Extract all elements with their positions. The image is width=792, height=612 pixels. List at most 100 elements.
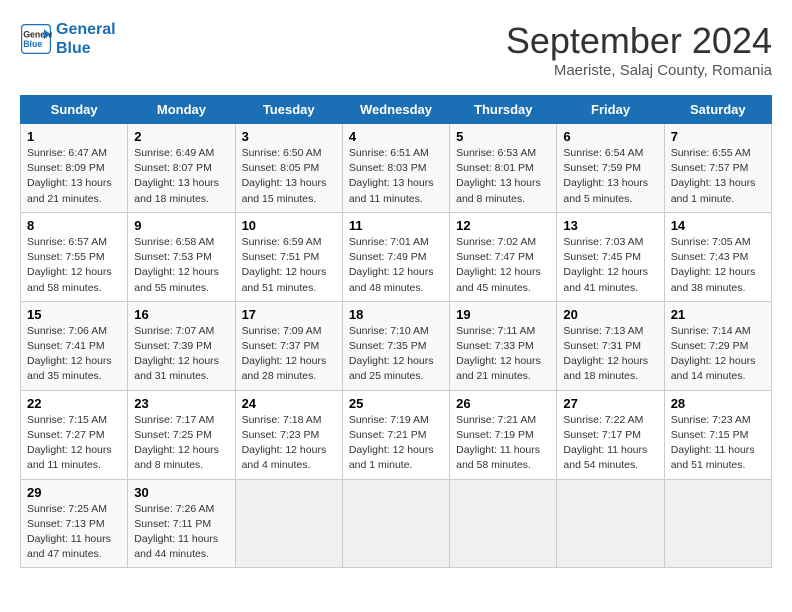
day-info: Sunrise: 6:59 AMSunset: 7:51 PMDaylight:… [242,235,336,296]
calendar-cell: 10 Sunrise: 6:59 AMSunset: 7:51 PMDayligh… [235,212,342,301]
day-number: 9 [134,218,228,233]
day-number: 10 [242,218,336,233]
logo: General Blue GeneralBlue [20,20,116,58]
day-info: Sunrise: 7:05 AMSunset: 7:43 PMDaylight:… [671,235,765,296]
day-number: 4 [349,129,443,144]
day-info: Sunrise: 7:14 AMSunset: 7:29 PMDaylight:… [671,324,765,385]
logo-icon: General Blue [20,23,52,55]
day-number: 17 [242,307,336,322]
weekday-header-row: SundayMondayTuesdayWednesdayThursdayFrid… [21,96,772,124]
calendar-cell: 21 Sunrise: 7:14 AMSunset: 7:29 PMDayligh… [664,301,771,390]
day-info: Sunrise: 6:55 AMSunset: 7:57 PMDaylight:… [671,146,765,207]
weekday-header: Monday [128,96,235,124]
weekday-header: Sunday [21,96,128,124]
day-info: Sunrise: 6:57 AMSunset: 7:55 PMDaylight:… [27,235,121,296]
day-number: 27 [563,396,657,411]
day-number: 15 [27,307,121,322]
day-number: 19 [456,307,550,322]
day-number: 3 [242,129,336,144]
logo-text: GeneralBlue [56,20,116,58]
calendar-cell: 2 Sunrise: 6:49 AMSunset: 8:07 PMDaylight… [128,124,235,213]
weekday-header: Wednesday [342,96,449,124]
day-number: 16 [134,307,228,322]
calendar-cell: 19 Sunrise: 7:11 AMSunset: 7:33 PMDayligh… [450,301,557,390]
calendar-cell: 12Sunrise: 7:02 AMSunset: 7:47 PMDayligh… [450,212,557,301]
calendar-cell [450,479,557,568]
calendar-week-row: 15 Sunrise: 7:06 AMSunset: 7:41 PMDayligh… [21,301,772,390]
day-info: Sunrise: 6:50 AMSunset: 8:05 PMDaylight:… [242,146,336,207]
calendar-cell: 9 Sunrise: 6:58 AMSunset: 7:53 PMDaylight… [128,212,235,301]
calendar-cell: 3 Sunrise: 6:50 AMSunset: 8:05 PMDaylight… [235,124,342,213]
day-info: Sunrise: 6:58 AMSunset: 7:53 PMDaylight:… [134,235,228,296]
day-info: Sunrise: 7:07 AMSunset: 7:39 PMDaylight:… [134,324,228,385]
calendar-table: SundayMondayTuesdayWednesdayThursdayFrid… [20,95,772,568]
day-number: 12 [456,218,550,233]
calendar-cell: 20 Sunrise: 7:13 AMSunset: 7:31 PMDayligh… [557,301,664,390]
calendar-cell [235,479,342,568]
day-number: 30 [134,485,228,500]
day-number: 18 [349,307,443,322]
day-info: Sunrise: 7:06 AMSunset: 7:41 PMDaylight:… [27,324,121,385]
day-number: 25 [349,396,443,411]
day-info: Sunrise: 7:22 AMSunset: 7:17 PMDaylight:… [563,413,657,474]
day-number: 28 [671,396,765,411]
day-number: 1 [27,129,121,144]
calendar-cell: 1 Sunrise: 6:47 AMSunset: 8:09 PMDaylight… [21,124,128,213]
calendar-cell: 16 Sunrise: 7:07 AMSunset: 7:39 PMDayligh… [128,301,235,390]
day-info: Sunrise: 7:26 AMSunset: 7:11 PMDaylight:… [134,502,228,563]
svg-text:Blue: Blue [23,39,42,49]
day-number: 14 [671,218,765,233]
calendar-cell: 23Sunrise: 7:17 AMSunset: 7:25 PMDayligh… [128,390,235,479]
day-info: Sunrise: 7:15 AMSunset: 7:27 PMDaylight:… [27,413,121,474]
page-header: General Blue GeneralBlue September 2024 … [20,20,772,79]
calendar-week-row: 1 Sunrise: 6:47 AMSunset: 8:09 PMDaylight… [21,124,772,213]
day-number: 6 [563,129,657,144]
calendar-cell: 7Sunrise: 6:55 AMSunset: 7:57 PMDaylight… [664,124,771,213]
calendar-cell: 18 Sunrise: 7:10 AMSunset: 7:35 PMDayligh… [342,301,449,390]
day-info: Sunrise: 7:11 AMSunset: 7:33 PMDaylight:… [456,324,550,385]
day-info: Sunrise: 7:23 AMSunset: 7:15 PMDaylight:… [671,413,765,474]
day-info: Sunrise: 7:01 AMSunset: 7:49 PMDaylight:… [349,235,443,296]
day-number: 26 [456,396,550,411]
day-number: 20 [563,307,657,322]
day-number: 11 [349,218,443,233]
day-number: 29 [27,485,121,500]
day-info: Sunrise: 6:54 AMSunset: 7:59 PMDaylight:… [563,146,657,207]
day-info: Sunrise: 7:21 AMSunset: 7:19 PMDaylight:… [456,413,550,474]
location-subtitle: Maeriste, Salaj County, Romania [506,62,772,79]
day-number: 24 [242,396,336,411]
day-number: 13 [563,218,657,233]
calendar-cell: 24Sunrise: 7:18 AMSunset: 7:23 PMDayligh… [235,390,342,479]
calendar-cell: 6 Sunrise: 6:54 AMSunset: 7:59 PMDaylight… [557,124,664,213]
day-info: Sunrise: 7:13 AMSunset: 7:31 PMDaylight:… [563,324,657,385]
calendar-cell: 28 Sunrise: 7:23 AMSunset: 7:15 PMDayligh… [664,390,771,479]
calendar-cell: 26 Sunrise: 7:21 AMSunset: 7:19 PMDayligh… [450,390,557,479]
day-info: Sunrise: 6:47 AMSunset: 8:09 PMDaylight:… [27,146,121,207]
calendar-cell [342,479,449,568]
calendar-cell: 22 Sunrise: 7:15 AMSunset: 7:27 PMDayligh… [21,390,128,479]
day-number: 22 [27,396,121,411]
day-info: Sunrise: 7:19 AMSunset: 7:21 PMDaylight:… [349,413,443,474]
calendar-cell: 11 Sunrise: 7:01 AMSunset: 7:49 PMDayligh… [342,212,449,301]
calendar-cell: 25 Sunrise: 7:19 AMSunset: 7:21 PMDayligh… [342,390,449,479]
calendar-cell: 13Sunrise: 7:03 AMSunset: 7:45 PMDayligh… [557,212,664,301]
calendar-cell: 29 Sunrise: 7:25 AMSunset: 7:13 PMDayligh… [21,479,128,568]
day-info: Sunrise: 7:09 AMSunset: 7:37 PMDaylight:… [242,324,336,385]
weekday-header: Tuesday [235,96,342,124]
month-title: September 2024 [506,20,772,62]
weekday-header: Saturday [664,96,771,124]
calendar-cell: 30 Sunrise: 7:26 AMSunset: 7:11 PMDayligh… [128,479,235,568]
calendar-cell: 27 Sunrise: 7:22 AMSunset: 7:17 PMDayligh… [557,390,664,479]
weekday-header: Friday [557,96,664,124]
calendar-cell [557,479,664,568]
day-info: Sunrise: 6:51 AMSunset: 8:03 PMDaylight:… [349,146,443,207]
calendar-cell: 14 Sunrise: 7:05 AMSunset: 7:43 PMDayligh… [664,212,771,301]
calendar-cell [664,479,771,568]
day-number: 5 [456,129,550,144]
calendar-week-row: 22 Sunrise: 7:15 AMSunset: 7:27 PMDayligh… [21,390,772,479]
day-info: Sunrise: 7:10 AMSunset: 7:35 PMDaylight:… [349,324,443,385]
day-number: 21 [671,307,765,322]
day-info: Sunrise: 7:25 AMSunset: 7:13 PMDaylight:… [27,502,121,563]
day-number: 2 [134,129,228,144]
day-info: Sunrise: 6:49 AMSunset: 8:07 PMDaylight:… [134,146,228,207]
